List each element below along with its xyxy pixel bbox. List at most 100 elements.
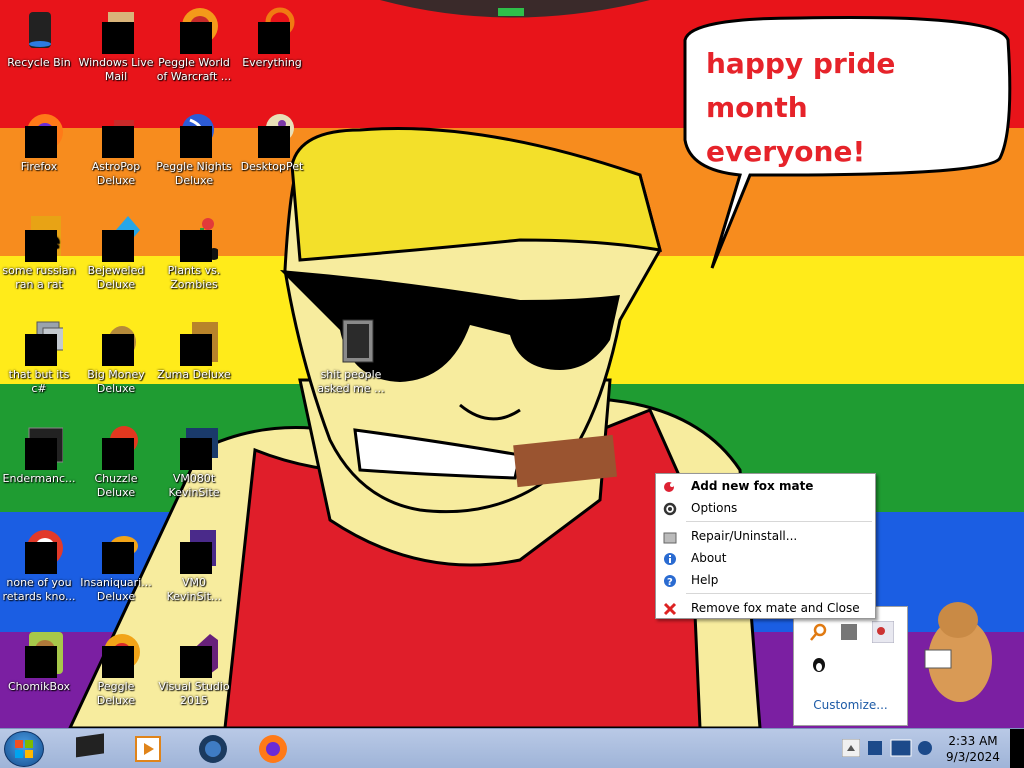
plants-vs-zombies-icon (170, 214, 220, 262)
menu-item-about[interactable]: About (657, 547, 874, 569)
customize-link[interactable]: Customize... (794, 698, 907, 712)
everything-search-icon (248, 6, 296, 54)
info-icon (663, 551, 677, 565)
menu-item-add-fox-mate[interactable]: Add new fox mate (657, 475, 874, 497)
icon-label: Endermanc... (2, 472, 76, 485)
close-red-icon (663, 601, 677, 616)
windows-live-mail-icon (92, 6, 140, 54)
menu-item-help[interactable]: ? Help (657, 569, 874, 591)
menu-separator (686, 521, 872, 522)
speech-bubble-text: happy pride month everyone! (706, 42, 996, 174)
icon-label: Insaniquari... Deluxe (80, 576, 152, 603)
icon-label: Bejeweled Deluxe (87, 264, 145, 291)
desktop-icon-recycle-bin[interactable]: Recycle Bin (0, 6, 78, 70)
taskbar-pinned-globe[interactable] (186, 731, 240, 767)
desktop-icon-firefox[interactable]: Firefox (0, 110, 78, 174)
taskbar-pinned-media-player[interactable] (122, 731, 176, 767)
desktop-icon-bejeweled[interactable]: Bejeweled Deluxe (77, 214, 155, 292)
desktop-icon-that-but-its-csharp[interactable]: that but its c# (0, 318, 78, 396)
desktop-icon-peggle-wow[interactable]: Peggle World of Warcraft ... (155, 6, 233, 84)
taskbar-pinned-terminal[interactable] (64, 731, 118, 767)
desktop-icon-visual-studio[interactable]: Visual Studio 2015 (155, 630, 233, 708)
icon-label: Big Money Deluxe (87, 368, 145, 395)
menu-item-options[interactable]: Options (657, 497, 874, 519)
globe-icon (199, 735, 227, 763)
folder-icon: e (15, 214, 63, 262)
desktop-icon-endermanch[interactable]: Endermanc... (0, 422, 78, 486)
start-button[interactable] (4, 731, 44, 767)
clock-date: 9/3/2024 (946, 750, 1000, 764)
chevron-up-icon (841, 738, 861, 758)
penguin-tray-icon[interactable] (810, 655, 828, 673)
desktop-icon-vm080t[interactable]: VM080t KevinSite (155, 422, 233, 500)
desktop-icon-windows-live-mail[interactable]: Windows Live Mail (77, 6, 155, 84)
app-tray-icon[interactable] (840, 623, 858, 641)
windows-logo-icon (15, 740, 33, 758)
peggle-icon (92, 630, 140, 678)
browser-icon (15, 526, 63, 574)
console-app-icon (15, 422, 64, 470)
desktop-icon-peggle-nights[interactable]: Peggle Nights Deluxe (155, 110, 233, 188)
desktop-icon-zuma[interactable]: Zuma Deluxe (155, 318, 233, 382)
big-money-icon (92, 318, 140, 366)
desktop-icon-none-of-you[interactable]: none of you retards kno... (0, 526, 78, 604)
desktop-icon-insaniquarium[interactable]: Insaniquari... Deluxe (77, 526, 155, 604)
desktop-icon-russian-rat[interactable]: e some russian ran a rat (0, 214, 78, 292)
help-icon: ? (663, 573, 677, 588)
fox-tray-icon[interactable] (871, 620, 895, 644)
desktop-icon-chomikbox[interactable]: ChomikBox (0, 630, 78, 694)
desktop-icon-everything[interactable]: Everything (233, 6, 311, 70)
taskbar: 2:33 AM 9/3/2024 (0, 728, 1024, 768)
icon-label: Visual Studio 2015 (158, 680, 230, 707)
chuzzle-icon (92, 422, 140, 470)
desktop-icon-desktoppet[interactable]: DesktopPet (233, 110, 311, 174)
menu-item-label: Add new fox mate (691, 479, 814, 493)
astropop-icon (92, 110, 140, 158)
desktop-icon-peggle-deluxe[interactable]: Peggle Deluxe (77, 630, 155, 708)
taskbar-clock[interactable]: 2:33 AM 9/3/2024 (940, 733, 1006, 765)
speech-line-2: everyone! (706, 135, 866, 168)
tray-overflow-popup: Customize... (793, 606, 908, 726)
desktop-icon-chuzzle[interactable]: Chuzzle Deluxe (77, 422, 155, 500)
menu-item-remove-and-close[interactable]: Remove fox mate and Close (657, 597, 874, 619)
menu-item-label: About (691, 551, 727, 565)
icon-label: Recycle Bin (7, 56, 71, 69)
icon-label: Firefox (20, 160, 58, 173)
icon-label: none of you retards kno... (2, 576, 76, 603)
menu-item-repair-uninstall[interactable]: Repair/Uninstall... (657, 525, 874, 547)
icon-label: Plants vs. Zombies (167, 264, 221, 291)
desktop-icon-shit-people-asked[interactable]: shit people asked me ... (312, 318, 390, 396)
desktoppet-icon (248, 110, 296, 158)
icon-label: Peggle World of Warcraft ... (156, 56, 232, 83)
desktop-icon-big-money[interactable]: Big Money Deluxe (77, 318, 155, 396)
desktop-icon-vm0[interactable]: VM0 KevinSit... (155, 526, 233, 604)
icon-label: DesktopPet (240, 160, 304, 173)
taskbar-pinned-firefox[interactable] (246, 731, 300, 767)
icon-label: VM0 KevinSit... (166, 576, 222, 603)
icon-label: Chuzzle Deluxe (94, 472, 138, 499)
icon-label: VM080t KevinSite (168, 472, 220, 499)
desktop-icon-astropop[interactable]: AstroPop Deluxe (77, 110, 155, 188)
show-desktop-button[interactable] (1010, 729, 1024, 768)
folder-icon (327, 318, 375, 366)
show-hidden-icons-button[interactable] (841, 738, 861, 758)
icon-label: some russian ran a rat (2, 264, 76, 291)
volume-icon[interactable] (916, 739, 934, 757)
vm-icon (170, 526, 218, 574)
chomikbox-icon (15, 630, 63, 678)
display-icon[interactable] (890, 739, 912, 757)
clock-time: 2:33 AM (948, 734, 998, 748)
icon-label: that but its c# (8, 368, 70, 395)
desktop-icon-plants-vs-zombies[interactable]: Plants vs. Zombies (155, 214, 233, 292)
icon-label: shit people asked me ... (317, 368, 385, 395)
network-icon[interactable] (866, 739, 884, 757)
menu-item-label: Remove fox mate and Close (691, 601, 860, 615)
visual-studio-icon (170, 630, 218, 678)
icon-label: Zuma Deluxe (157, 368, 231, 381)
icon-label: ChomikBox (8, 680, 70, 693)
vm-icon (170, 422, 218, 470)
search-icon[interactable] (810, 623, 828, 641)
speech-line-1: happy pride month (706, 47, 896, 124)
peggle-wow-icon (170, 6, 218, 54)
insaniquarium-icon (92, 526, 140, 574)
